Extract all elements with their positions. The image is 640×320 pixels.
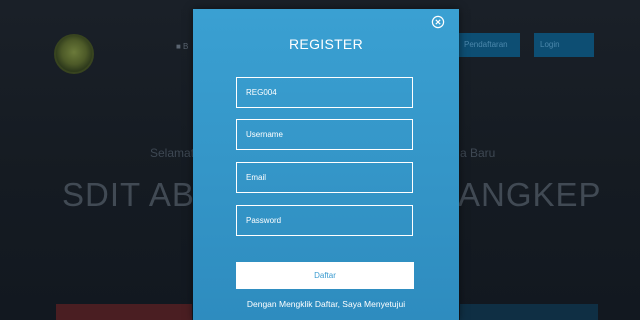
modal-title: REGISTER: [289, 36, 363, 52]
email-field[interactable]: [236, 162, 413, 193]
welcome-text-right: a Baru: [460, 146, 496, 160]
bottom-banner-right: [460, 304, 598, 320]
welcome-text-left: Selamat: [150, 146, 195, 160]
school-logo: [54, 34, 94, 74]
daftar-button[interactable]: Daftar: [236, 262, 414, 289]
register-modal: REGISTER Daftar Dengan Mengklik Daftar, …: [193, 9, 459, 320]
bottom-banner-left: [56, 304, 192, 320]
username-field[interactable]: [236, 119, 413, 150]
password-field[interactable]: [236, 205, 413, 236]
register-nav-button: Pendaftaran: [458, 33, 520, 57]
registration-id-field[interactable]: [236, 77, 413, 108]
school-name-right: ANGKEP: [458, 176, 602, 213]
close-circle-icon[interactable]: [431, 15, 445, 29]
login-nav-button: Login: [534, 33, 594, 57]
nav-item: ■ B: [176, 42, 189, 51]
terms-text: Dengan Mengklik Daftar, Saya Menyetujui: [246, 299, 406, 309]
